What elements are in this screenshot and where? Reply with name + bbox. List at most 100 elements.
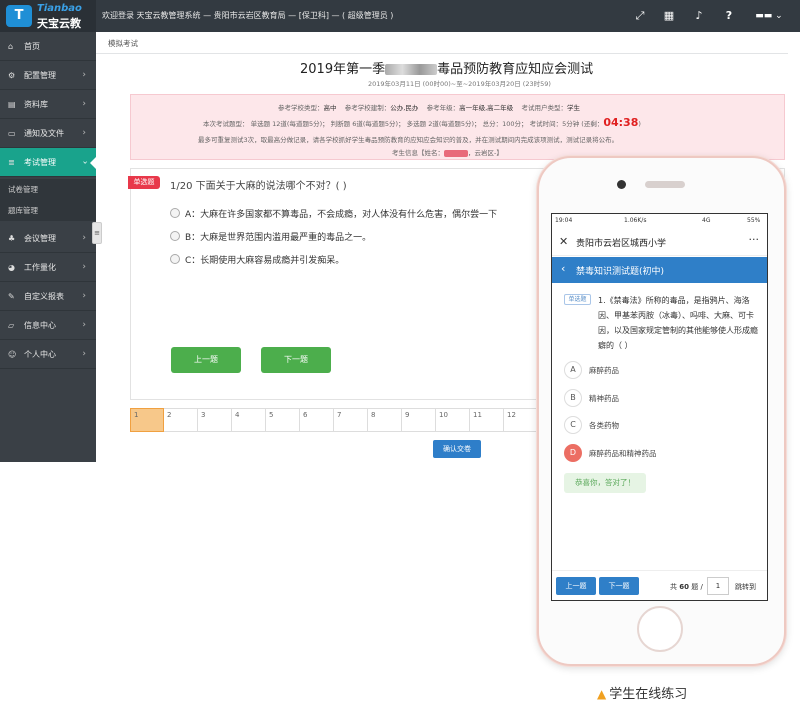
question-number[interactable]: 10 bbox=[436, 408, 470, 432]
sidebar-item-info[interactable]: ▱ 信息中心 › bbox=[0, 311, 96, 340]
option-label: 精神药品 bbox=[589, 394, 619, 403]
bell-icon[interactable]: ♪ bbox=[692, 9, 706, 23]
home-button[interactable] bbox=[637, 606, 683, 652]
question-number[interactable]: 12 bbox=[504, 408, 538, 432]
info-label: 参考学校类型： bbox=[278, 104, 324, 112]
page-input[interactable]: 1 bbox=[707, 577, 729, 595]
info-value: 高中 bbox=[323, 104, 337, 112]
status-network: 4G bbox=[702, 217, 711, 224]
option-letter: B bbox=[564, 389, 582, 407]
sidebar-item-workload[interactable]: ◕ 工作量化 › bbox=[0, 253, 96, 282]
option-label: B：大麻是世界范围内滥用最严重的毒品之一。 bbox=[185, 233, 372, 243]
info-value: 高一年级,高二年级 bbox=[459, 104, 514, 112]
exam-rules-end: ) bbox=[638, 120, 641, 128]
info-label: 考试用户类型： bbox=[521, 104, 567, 112]
question-number[interactable]: 1 bbox=[130, 408, 164, 432]
sidebar-subitem-papers[interactable]: 试卷管理 bbox=[0, 179, 96, 200]
question-number[interactable]: 11 bbox=[470, 408, 504, 432]
logo-badge: T bbox=[6, 5, 32, 27]
sidebar-item-exam[interactable]: ≣ 考试管理 › bbox=[0, 148, 96, 177]
question-type-tag: 单选题 bbox=[564, 294, 591, 305]
submit-exam-button[interactable]: 确认交卷 bbox=[433, 440, 481, 458]
user-menu[interactable]: ▬▬ ⌄ bbox=[752, 9, 786, 23]
exam-title: 2019年第一季 毒品预防教育应知应会测试 bbox=[300, 58, 593, 77]
option-c[interactable]: C：长期使用大麻容易成瘾并引发痴呆。 bbox=[170, 253, 344, 266]
breadcrumb: 模拟考试 bbox=[96, 32, 788, 54]
option-label: 各类药物 bbox=[589, 421, 619, 430]
user-icon: ☺ bbox=[8, 350, 17, 359]
option-label: C：长期使用大麻容易成瘾并引发痴呆。 bbox=[185, 256, 345, 266]
option-a[interactable]: A：大麻在许多国家都不算毒品，不会成瘾，对人体没有什么危害，偶尔尝一下 bbox=[170, 207, 497, 220]
question-total: 共 60 题 / bbox=[670, 582, 703, 592]
status-speed: 1.06K/s bbox=[624, 217, 647, 224]
chevron-right-icon: › bbox=[82, 349, 86, 359]
status-time: 19:04 bbox=[555, 217, 573, 224]
question-text: 1/20 下面关于大麻的说法哪个不对？( ) bbox=[170, 181, 347, 192]
question-number[interactable]: 3 bbox=[198, 408, 232, 432]
next-question-button[interactable]: 下一题 bbox=[261, 347, 331, 373]
option-letter: D bbox=[564, 444, 582, 462]
logo-chinese-text: 天宝云教 bbox=[37, 17, 81, 30]
radio-icon[interactable] bbox=[170, 208, 180, 218]
exam-info-line-3: 最多可重复测试3次，取最高分做记录，请各学校抓好学生毒品预防教育的应知应会知识的… bbox=[198, 136, 619, 144]
sidebar-item-library[interactable]: ▤ 资料库 › bbox=[0, 90, 96, 119]
sidebar-item-label: 工作量化 bbox=[24, 263, 56, 272]
caption-text: 学生在线练习 bbox=[609, 687, 688, 702]
question-number[interactable]: 5 bbox=[266, 408, 300, 432]
sidebar-item-notices[interactable]: ▭ 通知及文件 › bbox=[0, 119, 96, 148]
sidebar-item-label: 资料库 bbox=[24, 100, 48, 109]
sidebar-item-config[interactable]: ⚙ 配置管理 › bbox=[0, 61, 96, 90]
status-bar: 19:04 1.06K/s 4G 55% bbox=[552, 214, 767, 227]
logo[interactable]: T Tianbao 天宝云教 bbox=[0, 0, 96, 32]
mobile-next-button[interactable]: 下一题 bbox=[599, 577, 639, 595]
sidebar-item-label: 会议管理 bbox=[24, 234, 56, 243]
status-battery: 55% bbox=[747, 217, 761, 224]
speaker-grille bbox=[645, 181, 685, 188]
help-icon[interactable]: ? bbox=[722, 9, 736, 23]
mobile-footer: 上一题 下一题 共 60 题 / 1 跳转到 bbox=[552, 570, 767, 600]
breadcrumb-current: 模拟考试 bbox=[108, 39, 138, 48]
prev-question-button[interactable]: 上一题 bbox=[171, 347, 241, 373]
screenshot-root: T Tianbao 天宝云教 欢迎登录 天宝云教管理系统 — 贵阳市云岩区教育局… bbox=[0, 0, 800, 712]
question-number[interactable]: 7 bbox=[334, 408, 368, 432]
sidebar-item-label: 信息中心 bbox=[24, 321, 56, 330]
sidebar-item-home[interactable]: ⌂ 首页 bbox=[0, 32, 96, 61]
close-icon[interactable]: ✕ bbox=[559, 235, 568, 248]
app-title: 贵阳市云岩区城西小学 bbox=[576, 239, 667, 249]
question-number[interactable]: 4 bbox=[232, 408, 266, 432]
option-b[interactable]: B：大麻是世界范围内滥用最严重的毒品之一。 bbox=[170, 230, 371, 243]
camera-icon bbox=[617, 180, 626, 189]
welcome-text: 欢迎登录 天宝云教管理系统 — 贵阳市云岩区教育局 — [保卫科] — ( 超级… bbox=[102, 11, 394, 20]
question-number[interactable]: 2 bbox=[164, 408, 198, 432]
info-value: 学生 bbox=[566, 104, 580, 112]
qrcode-icon[interactable]: ▦ bbox=[662, 9, 676, 23]
database-icon: ▤ bbox=[8, 100, 16, 109]
section-title: 禁毒知识测试题(初中) bbox=[576, 267, 665, 277]
jump-to-button[interactable]: 跳转到 bbox=[735, 582, 756, 592]
sidebar-item-meeting[interactable]: ♣ 会议管理 › bbox=[0, 224, 96, 253]
radio-icon[interactable] bbox=[170, 254, 180, 264]
sidebar-subitem-question-bank[interactable]: 题库管理 bbox=[0, 200, 96, 221]
option-label: A：大麻在许多国家都不算毒品，不会成瘾，对人体没有什么危害，偶尔尝一下 bbox=[185, 210, 498, 220]
sidebar-item-profile[interactable]: ☺ 个人中心 › bbox=[0, 340, 96, 369]
sidebar-item-reports[interactable]: ✎ 自定义报表 › bbox=[0, 282, 96, 311]
question-number[interactable]: 8 bbox=[368, 408, 402, 432]
question-number[interactable]: 6 bbox=[300, 408, 334, 432]
section-header: ‹ 禁毒知识测试题(初中) bbox=[552, 257, 767, 283]
countdown-timer: 04:38 bbox=[603, 116, 639, 129]
option-label: 麻醉药品 bbox=[589, 366, 619, 375]
back-icon[interactable]: ‹ bbox=[561, 262, 565, 275]
info-value: 公办,民办 bbox=[390, 104, 419, 112]
sidebar-toggle-icon[interactable]: ≡ bbox=[92, 222, 102, 244]
chevron-right-icon: › bbox=[82, 320, 86, 330]
candidate-info-end: ，云岩区-】 bbox=[468, 149, 503, 157]
question-number[interactable]: 9 bbox=[402, 408, 436, 432]
answer-feedback: 恭喜你，答对了！ bbox=[564, 473, 646, 493]
more-icon[interactable]: ··· bbox=[749, 233, 760, 246]
exam-info-line-4: 考生信息【姓名： ，云岩区-】 bbox=[392, 147, 503, 157]
app-header: ✕ 贵阳市云岩区城西小学 ··· bbox=[552, 228, 767, 256]
radio-icon[interactable] bbox=[170, 231, 180, 241]
option-letter: C bbox=[564, 416, 582, 434]
fullscreen-icon[interactable]: ⤢ bbox=[633, 9, 647, 23]
mobile-prev-button[interactable]: 上一题 bbox=[556, 577, 596, 595]
